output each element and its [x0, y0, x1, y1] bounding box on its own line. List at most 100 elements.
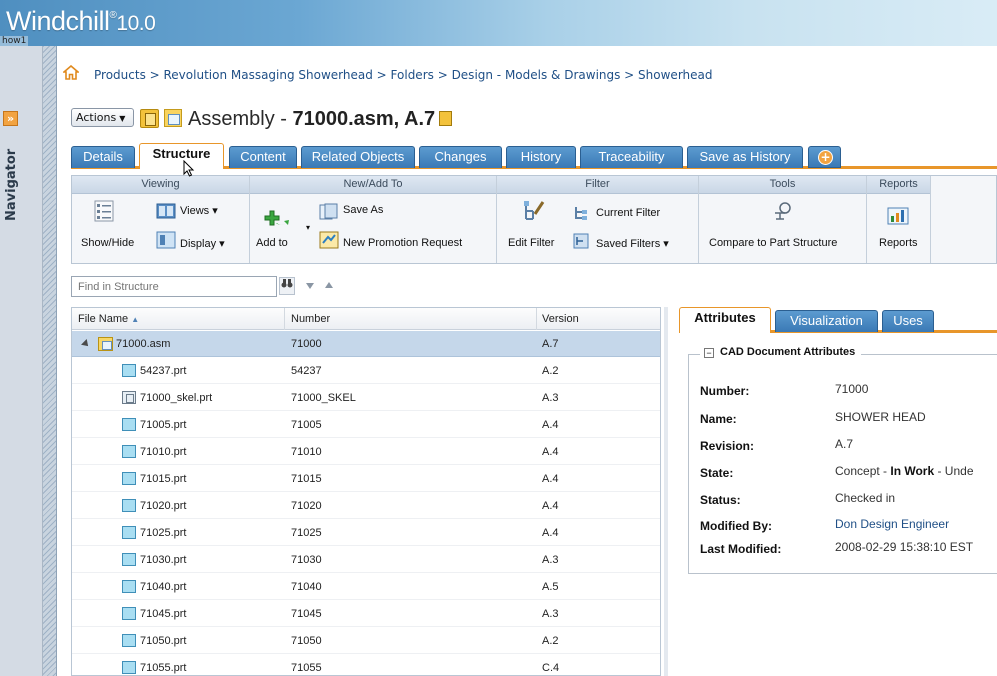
views-button[interactable]: Views ▾	[180, 204, 218, 217]
revision-label: Revision:	[700, 439, 755, 453]
add-to-button[interactable]: Add to	[256, 237, 288, 249]
navigator-splitter[interactable]	[43, 46, 57, 676]
file-name-cell[interactable]: 71020.prt	[140, 500, 186, 512]
file-name-cell[interactable]: 54237.prt	[140, 365, 186, 377]
new-promotion-request-button[interactable]: New Promotion Request	[343, 237, 462, 249]
file-name-cell[interactable]: 71045.prt	[140, 608, 186, 620]
number-value: 71000	[835, 382, 869, 396]
show-hide-button[interactable]: Show/Hide	[81, 237, 134, 249]
table-row[interactable]: 71000.asm 71000 A.7	[72, 331, 660, 357]
column-header-number[interactable]: Number	[291, 313, 330, 325]
table-row[interactable]: 71030.prt 71030 A.3	[72, 547, 660, 573]
number-cell: 71055	[291, 662, 322, 674]
revision-value: A.7	[835, 437, 854, 451]
column-divider[interactable]	[536, 308, 537, 330]
column-divider[interactable]	[284, 308, 285, 330]
breadcrumb-path[interactable]: Products > Revolution Massaging Showerhe…	[94, 68, 713, 82]
table-row[interactable]: 71055.prt 71055 C.4	[72, 655, 660, 675]
version-cell: A.4	[542, 527, 559, 539]
file-name-cell[interactable]: 71005.prt	[140, 419, 186, 431]
save-as-button[interactable]: Save As	[343, 204, 383, 216]
version-cell: A.2	[542, 365, 559, 377]
display-button[interactable]: Display ▾	[180, 237, 225, 250]
file-name-cell[interactable]: 71040.prt	[140, 581, 186, 593]
version-cell: A.3	[542, 554, 559, 566]
tab-structure[interactable]: Structure	[139, 143, 224, 169]
views-icon	[156, 203, 176, 222]
part-icon	[122, 472, 136, 485]
file-name-cell[interactable]: 71000.asm	[116, 338, 170, 350]
tab-history[interactable]: History	[506, 146, 576, 168]
attributes-section-title[interactable]: − CAD Document Attributes	[700, 346, 862, 358]
version-cell: A.3	[542, 608, 559, 620]
table-row[interactable]: 71045.prt 71045 A.3	[72, 601, 660, 627]
collapse-icon[interactable]: −	[704, 348, 714, 358]
binoculars-icon[interactable]	[279, 277, 295, 295]
collapse-triangle-icon[interactable]	[81, 339, 91, 349]
file-name-cell[interactable]: 71015.prt	[140, 473, 186, 485]
assembly-icon	[98, 337, 113, 351]
file-name-cell[interactable]: 71050.prt	[140, 635, 186, 647]
file-name-cell[interactable]: 71000_skel.prt	[140, 392, 212, 404]
panel-splitter[interactable]	[664, 307, 668, 676]
tab-visualization[interactable]: Visualization	[775, 310, 878, 332]
tab-attributes[interactable]: Attributes	[679, 307, 771, 333]
version-cell: A.2	[542, 635, 559, 647]
table-row[interactable]: 71010.prt 71010 A.4	[72, 439, 660, 465]
compare-to-part-structure-button[interactable]: Compare to Part Structure	[709, 237, 837, 249]
number-cell: 71045	[291, 608, 322, 620]
table-row[interactable]: 71040.prt 71040 A.5	[72, 574, 660, 600]
table-row[interactable]: 71050.prt 71050 A.2	[72, 628, 660, 654]
current-filter-button[interactable]: Current Filter	[596, 207, 660, 219]
modified-by-link[interactable]: Don Design Engineer	[835, 517, 949, 531]
home-icon[interactable]	[61, 64, 81, 81]
edit-filter-button[interactable]: Edit Filter	[508, 237, 554, 249]
column-header-version[interactable]: Version	[542, 313, 579, 325]
version-cell: A.4	[542, 446, 559, 458]
file-name-cell[interactable]: 71025.prt	[140, 527, 186, 539]
tab-uses[interactable]: Uses	[882, 310, 934, 332]
navigator-label[interactable]: Navigator	[4, 149, 19, 221]
add-to-chevron-icon[interactable]: ▾	[306, 223, 310, 232]
tab-content[interactable]: Content	[229, 146, 297, 168]
tab-details[interactable]: Details	[71, 146, 135, 168]
saved-filters-button[interactable]: Saved Filters ▾	[596, 237, 669, 250]
reports-button[interactable]: Reports	[879, 237, 918, 249]
checked-out-icon[interactable]	[140, 109, 159, 128]
table-row[interactable]: 71025.prt 71025 A.4	[72, 520, 660, 546]
table-row[interactable]: 71005.prt 71005 A.4	[72, 412, 660, 438]
number-cell: 71000	[291, 338, 322, 350]
number-cell: 71025	[291, 527, 322, 539]
table-row[interactable]: 71000_skel.prt 71000_SKEL A.3	[72, 385, 660, 411]
table-row[interactable]: 71020.prt 71020 A.4	[72, 493, 660, 519]
find-in-structure-input[interactable]	[71, 276, 277, 297]
status-label: Status:	[700, 493, 741, 507]
saved-filters-icon	[573, 233, 589, 252]
name-label: Name:	[700, 412, 737, 426]
document-status-icon[interactable]	[439, 111, 452, 126]
table-row[interactable]: 71015.prt 71015 A.4	[72, 466, 660, 492]
toolbar-ribbon: Viewing Show/Hide Views ▾ Display ▾ New/…	[71, 175, 997, 264]
expand-all-icon[interactable]	[306, 283, 314, 289]
file-name-cell[interactable]: 71010.prt	[140, 446, 186, 458]
tab-save-as-history[interactable]: Save as History	[687, 146, 803, 168]
part-icon	[122, 607, 136, 620]
tab-related-objects[interactable]: Related Objects	[301, 146, 415, 168]
show-hide-icon[interactable]	[94, 200, 114, 225]
file-name-cell[interactable]: 71055.prt	[140, 662, 186, 674]
collapse-all-icon[interactable]	[325, 282, 333, 288]
part-icon	[122, 526, 136, 539]
column-header-file-name[interactable]: File Name ▲	[78, 313, 139, 325]
expand-navigator-icon[interactable]: »	[3, 111, 18, 126]
version-cell: A.4	[542, 419, 559, 431]
table-row[interactable]: 54237.prt 54237 A.2	[72, 358, 660, 384]
add-tab-button[interactable]: +	[808, 146, 841, 168]
file-name-cell[interactable]: 71030.prt	[140, 554, 186, 566]
tab-changes[interactable]: Changes	[419, 146, 502, 168]
tab-traceability[interactable]: Traceability	[580, 146, 683, 168]
actions-button[interactable]: Actions ▼	[71, 108, 134, 127]
part-icon	[122, 418, 136, 431]
state-value: Concept - In Work - Unde	[835, 464, 974, 478]
page-title: Assembly - 71000.asm, A.7	[188, 108, 436, 130]
chevron-down-icon: ▼	[119, 114, 126, 123]
